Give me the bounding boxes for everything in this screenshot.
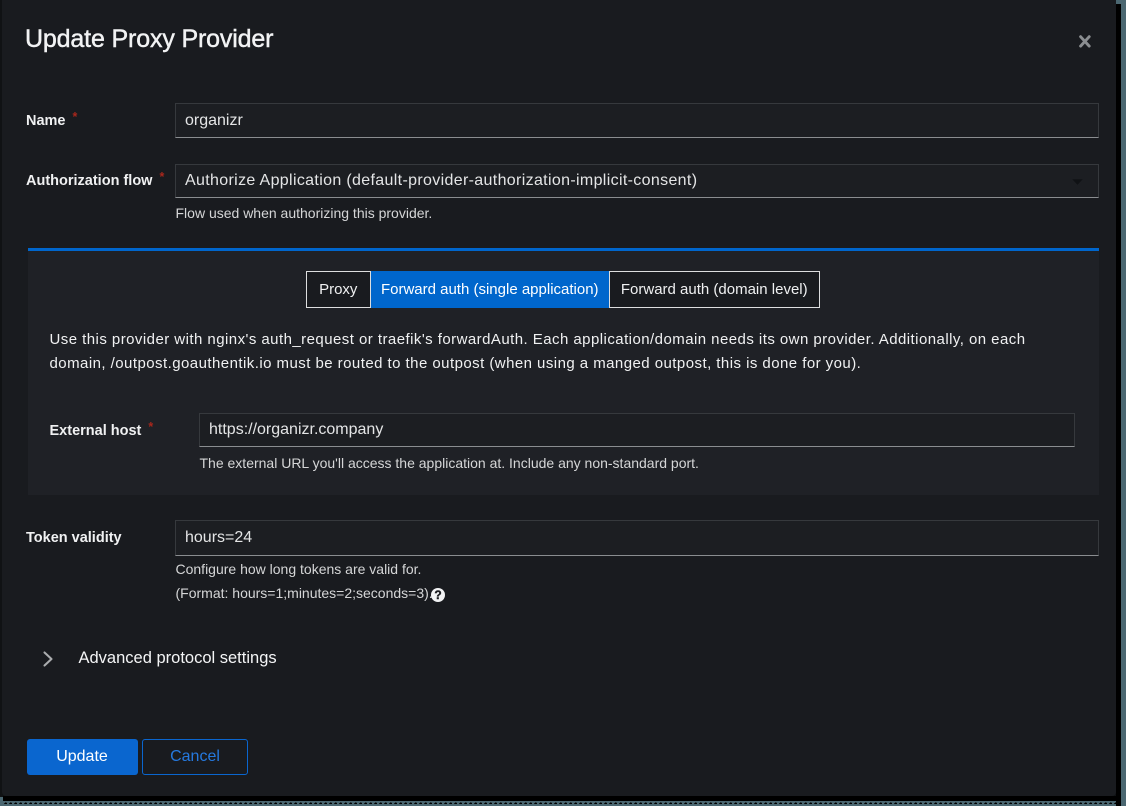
svg-text:?: ?: [434, 588, 441, 602]
